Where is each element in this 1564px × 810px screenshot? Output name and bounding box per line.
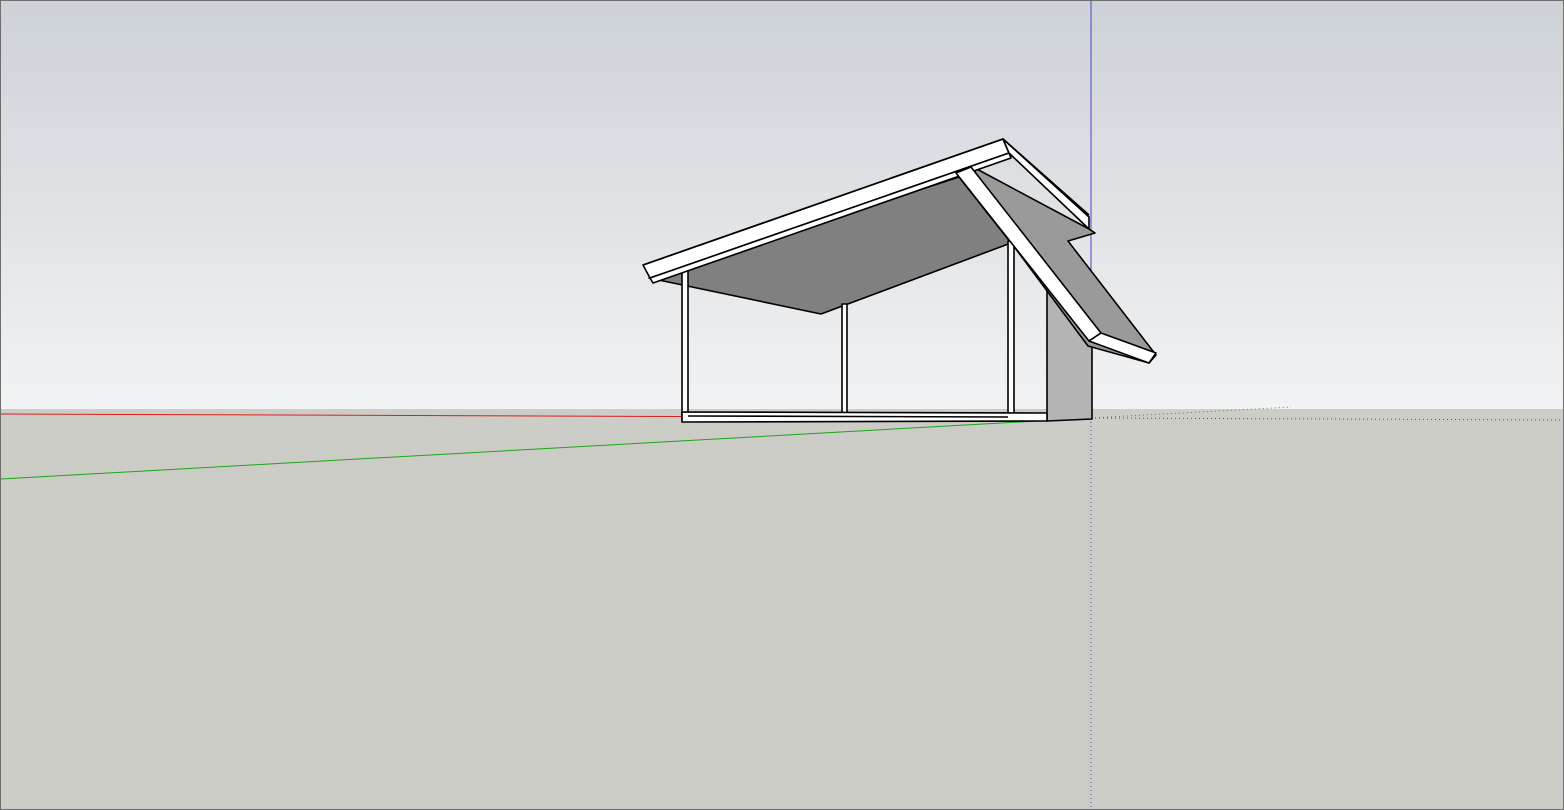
3d-scene-canvas[interactable] [1, 1, 1564, 810]
base-beam-inner-edge [687, 415, 1009, 418]
sky [1, 1, 1563, 409]
front-right-post[interactable] [1007, 240, 1015, 422]
sketchup-viewport[interactable] [0, 0, 1564, 810]
front-left-post[interactable] [681, 266, 689, 420]
middle-post[interactable] [841, 303, 848, 417]
ground [1, 409, 1563, 809]
